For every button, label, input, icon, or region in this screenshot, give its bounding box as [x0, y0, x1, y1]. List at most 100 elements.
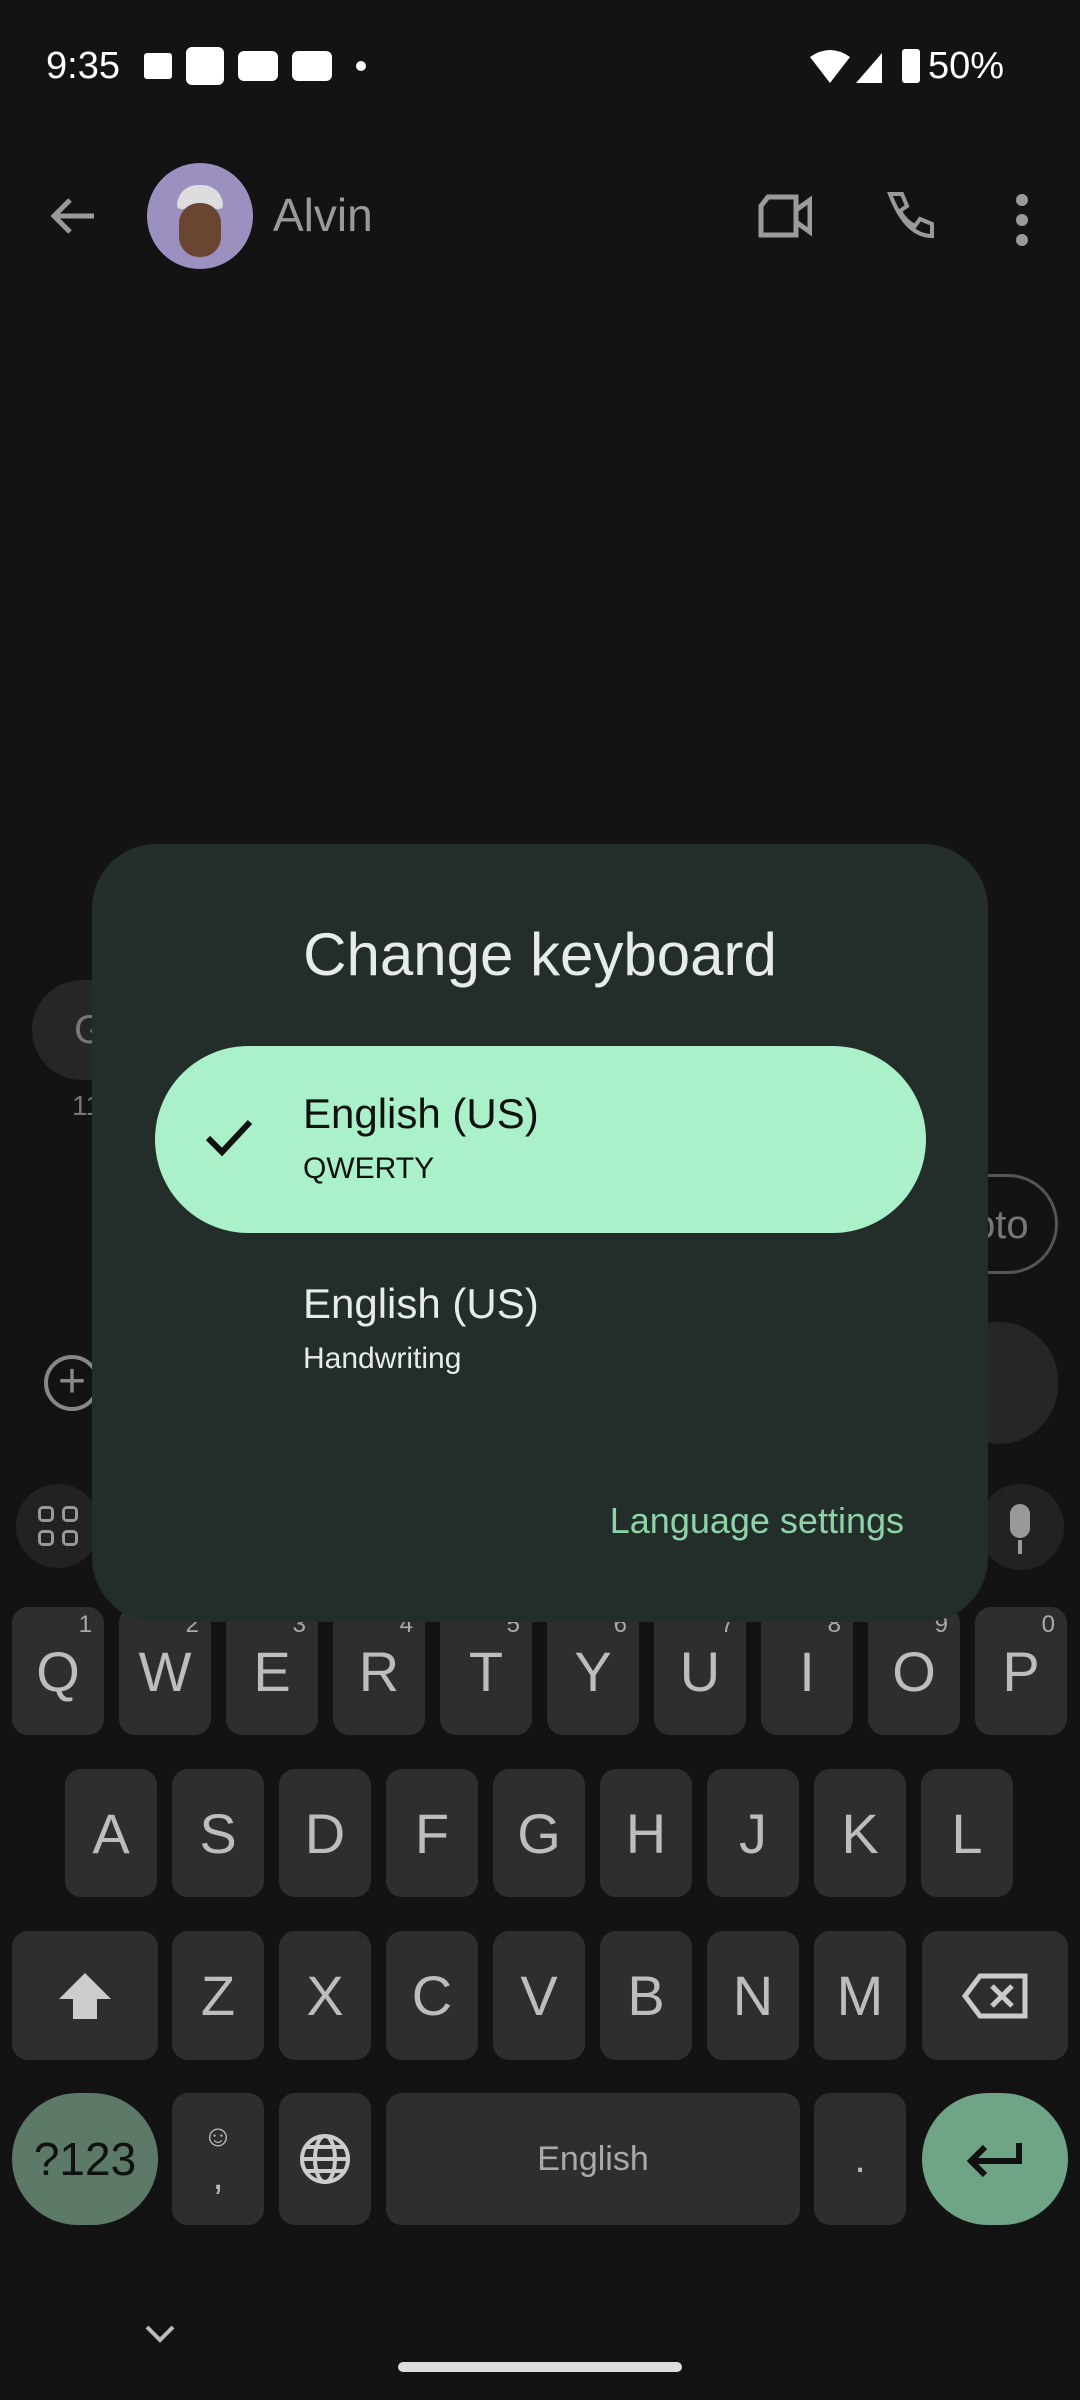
key-label: V: [520, 1964, 558, 2027]
clock: 9:35: [46, 44, 120, 87]
notes-icon: [185, 47, 224, 85]
check-icon: [205, 1119, 253, 1157]
key-label: K: [841, 1801, 879, 1865]
key-label: C: [411, 1964, 453, 2027]
key-label: I: [799, 1639, 815, 1703]
backspace-icon: [962, 1973, 1028, 2018]
emoji-comma-key[interactable]: ☺,: [172, 2093, 264, 2225]
enter-icon: [967, 2143, 1022, 2178]
key-label: S: [199, 1801, 237, 1865]
key-label: Z: [200, 1964, 236, 2027]
battery-icon: [901, 49, 920, 83]
youtube-icon: [237, 51, 278, 81]
option-label: English (US): [303, 1090, 539, 1137]
key-t[interactable]: T5: [440, 1607, 532, 1735]
video-call-icon[interactable]: [758, 194, 812, 238]
key-label: J: [739, 1801, 767, 1865]
key-label: Y: [574, 1639, 612, 1703]
shift-key[interactable]: [12, 1931, 158, 2060]
hide-keyboard-icon[interactable]: [144, 2324, 176, 2344]
key-label: R: [358, 1639, 400, 1703]
key-label: A: [92, 1801, 130, 1865]
apps-grid-icon[interactable]: [16, 1484, 100, 1568]
key-p[interactable]: P0: [975, 1607, 1067, 1735]
home-indicator[interactable]: [398, 2362, 682, 2372]
mic-button[interactable]: [978, 1484, 1064, 1570]
key-a[interactable]: A: [65, 1769, 157, 1897]
key-label: E: [253, 1639, 291, 1703]
wifi-icon: [809, 50, 850, 83]
key-q[interactable]: Q1: [12, 1607, 104, 1735]
mic-icon: [1010, 1504, 1030, 1538]
key-g[interactable]: G: [493, 1769, 585, 1897]
key-label: O: [892, 1639, 936, 1703]
key-label: U: [679, 1639, 721, 1703]
key-b[interactable]: B: [600, 1931, 692, 2060]
key-l[interactable]: L: [921, 1769, 1013, 1897]
space-key[interactable]: English: [386, 2093, 800, 2225]
wallet-icon: [143, 53, 172, 79]
shift-icon: [59, 1972, 111, 2019]
dot-icon: [355, 61, 366, 71]
key-v[interactable]: V: [493, 1931, 585, 2060]
key-label: G: [517, 1801, 561, 1865]
language-settings-link[interactable]: Language settings: [610, 1500, 904, 1542]
avatar[interactable]: [147, 163, 253, 269]
key-n[interactable]: N: [707, 1931, 799, 2060]
keyboard-option-qwerty[interactable]: English (US) QWERTY: [155, 1046, 926, 1233]
symbols-key[interactable]: ?123: [12, 2093, 158, 2225]
key-c[interactable]: C: [386, 1931, 478, 2060]
key-label: F: [414, 1801, 450, 1865]
key-label: H: [625, 1801, 667, 1865]
key-hint: 0: [1041, 1611, 1055, 1638]
key-label: M: [836, 1964, 884, 2027]
battery-level: 50%: [927, 44, 1004, 87]
key-label: T: [468, 1639, 504, 1703]
key-w[interactable]: W2: [119, 1607, 211, 1735]
contact-name[interactable]: Alvin: [273, 188, 373, 242]
key-j[interactable]: J: [707, 1769, 799, 1897]
language-key[interactable]: [279, 2093, 371, 2225]
change-keyboard-dialog: Change keyboard English (US) QWERTY Engl…: [92, 844, 988, 1622]
key-label: P: [1002, 1639, 1040, 1703]
key-h[interactable]: H: [600, 1769, 692, 1897]
key-y[interactable]: Y6: [547, 1607, 639, 1735]
status-bar-left: 9:35: [46, 38, 380, 94]
key-hint: 1: [78, 1611, 92, 1638]
backspace-key[interactable]: [922, 1931, 1068, 2060]
comma-label: ,: [212, 2153, 224, 2198]
option-sublabel: Handwriting: [303, 1342, 462, 1375]
key-label: N: [732, 1964, 774, 2027]
key-label: B: [627, 1964, 665, 2027]
option-sublabel: QWERTY: [303, 1152, 435, 1185]
key-f[interactable]: F: [386, 1769, 478, 1897]
key-o[interactable]: O9: [868, 1607, 960, 1735]
key-k[interactable]: K: [814, 1769, 906, 1897]
signal-icon: [855, 53, 882, 83]
key-label: W: [138, 1639, 192, 1703]
back-arrow-icon[interactable]: [50, 196, 96, 236]
key-u[interactable]: U7: [654, 1607, 746, 1735]
phone-icon[interactable]: [886, 190, 936, 240]
key-z[interactable]: Z: [172, 1931, 264, 2060]
key-label: X: [306, 1964, 344, 2027]
key-e[interactable]: E3: [226, 1607, 318, 1735]
key-s[interactable]: S: [172, 1769, 264, 1897]
enter-key[interactable]: [922, 2093, 1068, 2225]
globe-icon: [300, 2134, 350, 2184]
keyboard-option-handwriting[interactable]: English (US) Handwriting: [155, 1236, 926, 1423]
dialog-title: Change keyboard: [303, 921, 777, 988]
status-bar-right: 50%: [809, 38, 1004, 94]
key-m[interactable]: M: [814, 1931, 906, 2060]
key-label: Q: [36, 1639, 80, 1703]
key-label: D: [304, 1801, 346, 1865]
key-x[interactable]: X: [279, 1931, 371, 2060]
emoji-icon: ☺: [202, 2119, 234, 2153]
period-key[interactable]: .: [814, 2093, 906, 2225]
option-label: English (US): [303, 1280, 539, 1327]
youtube-icon: [291, 51, 332, 81]
more-vert-icon[interactable]: [1016, 194, 1028, 246]
key-r[interactable]: R4: [333, 1607, 425, 1735]
key-i[interactable]: I8: [761, 1607, 853, 1735]
key-d[interactable]: D: [279, 1769, 371, 1897]
